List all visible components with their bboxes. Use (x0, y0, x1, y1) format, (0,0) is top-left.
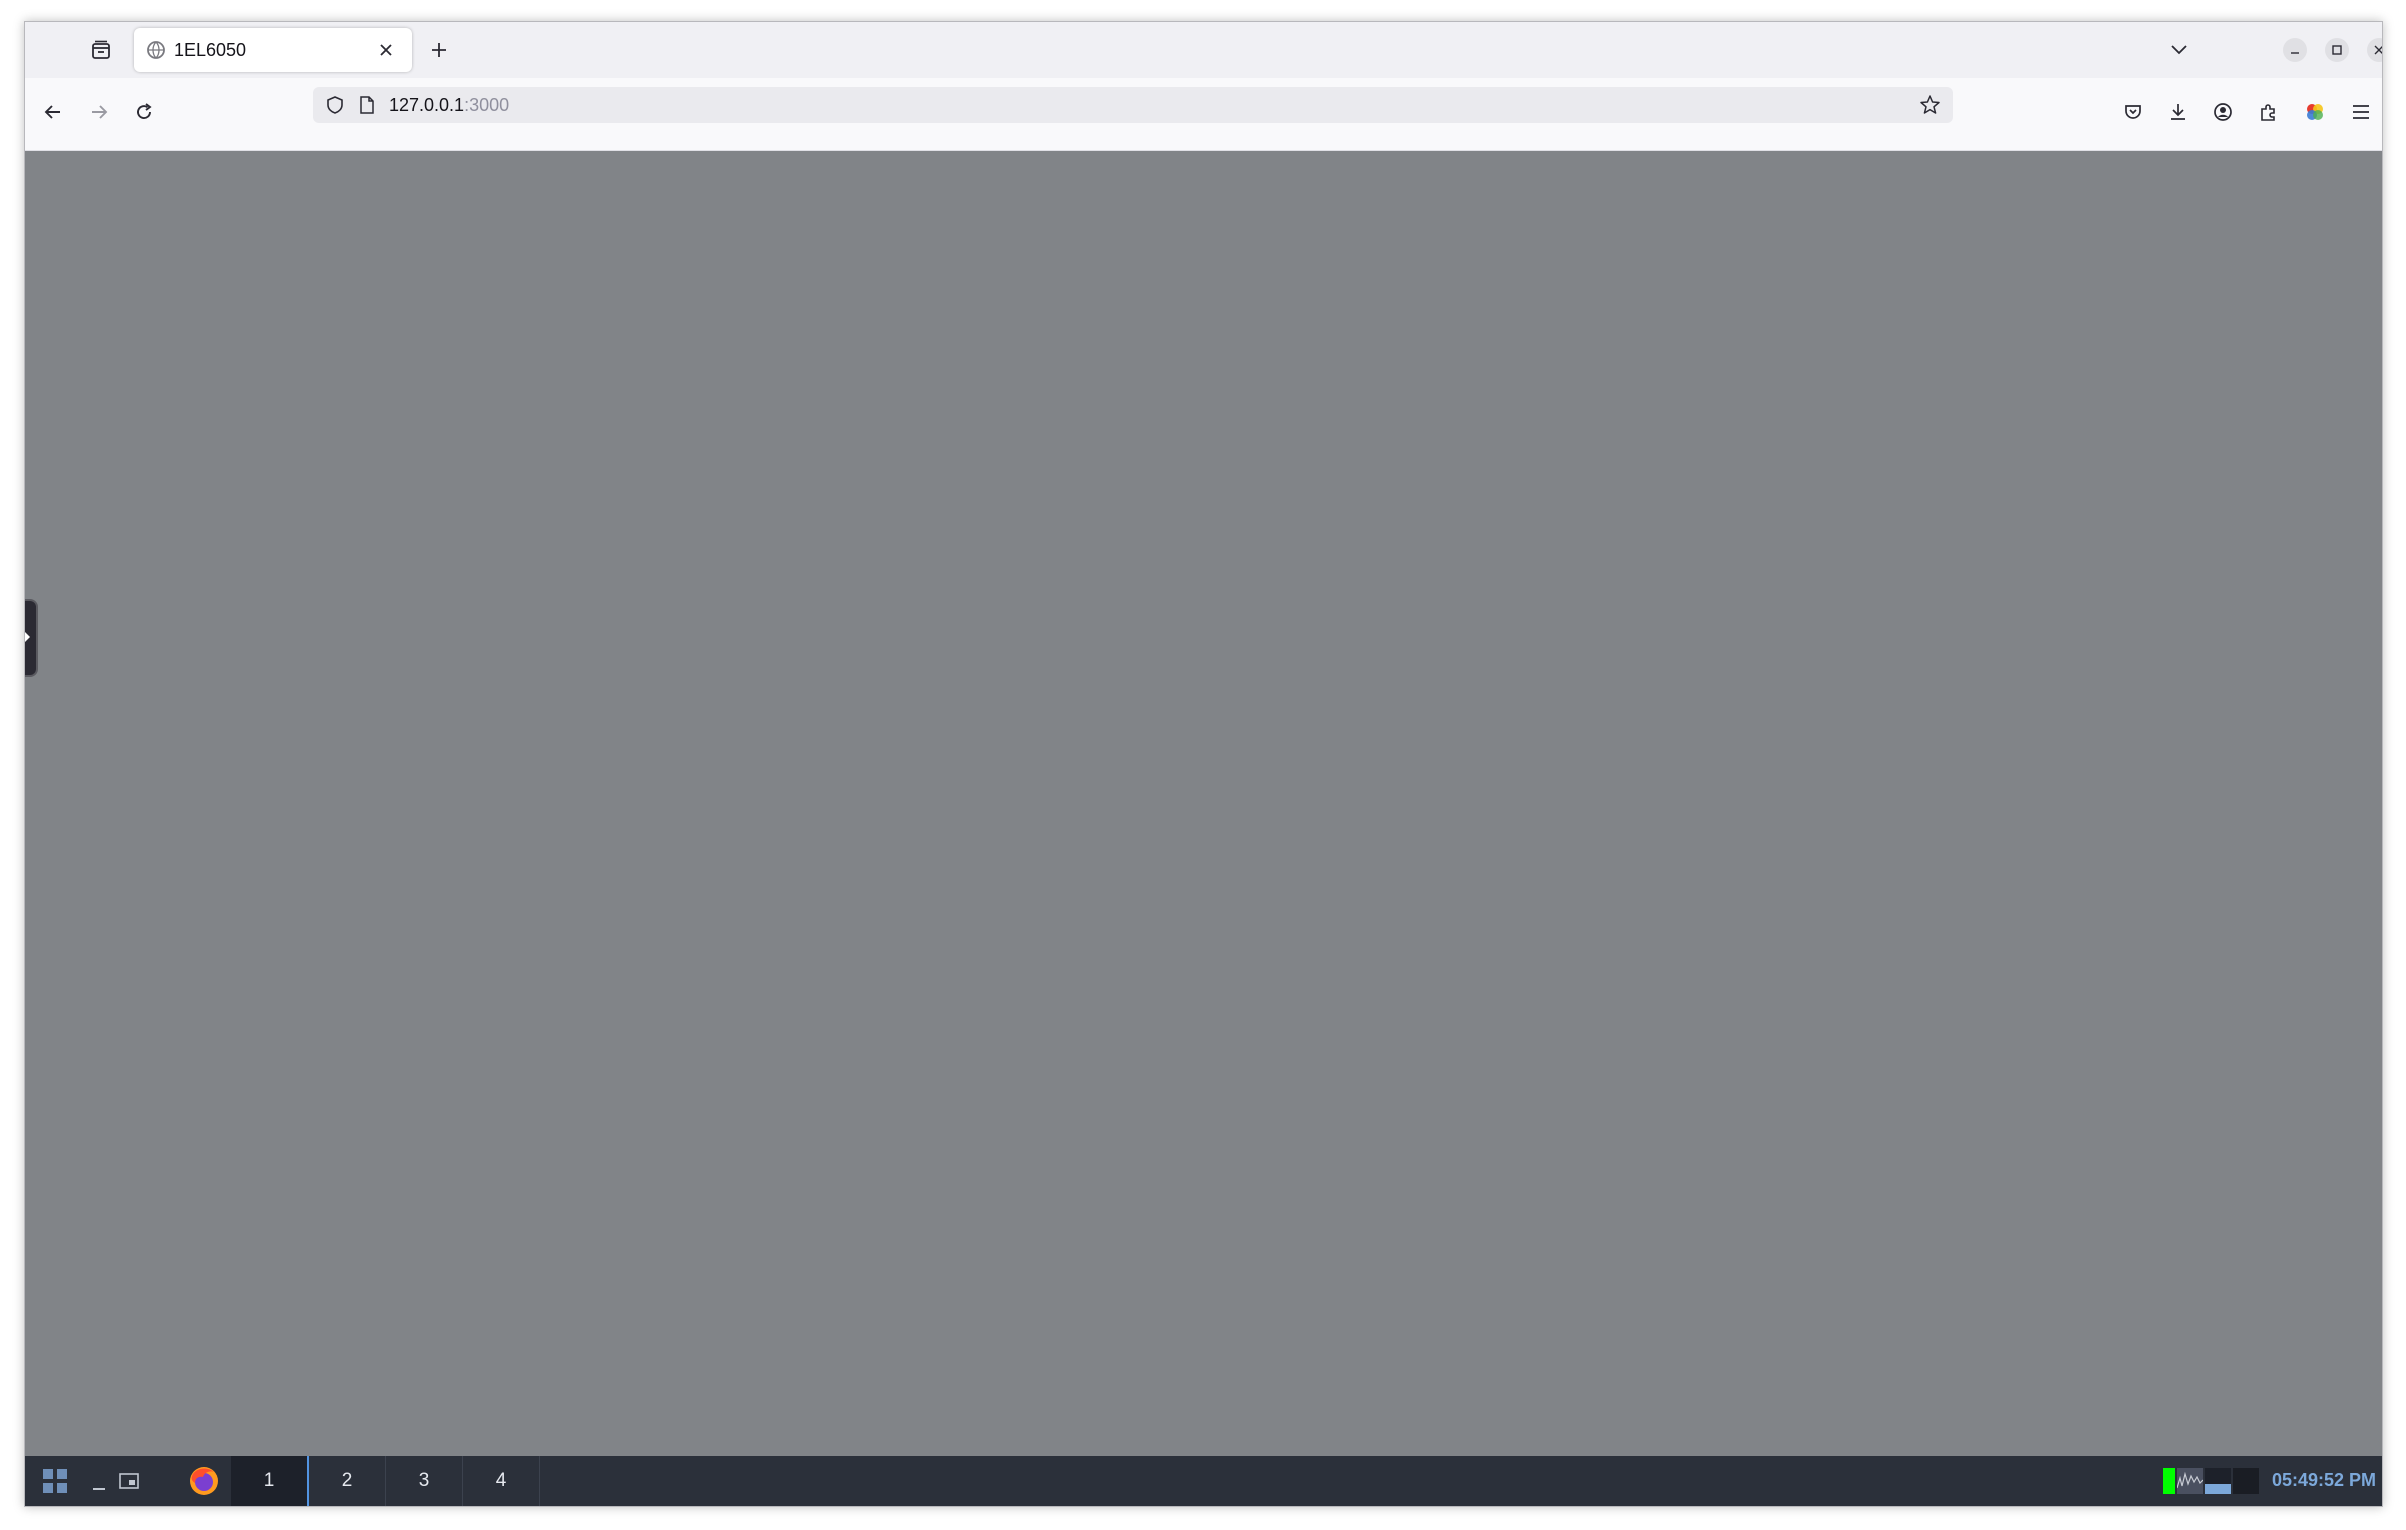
workspace-3[interactable]: 3 (386, 1456, 463, 1506)
url-bar[interactable]: 127.0.0.1:3000 (313, 87, 1953, 123)
navigation-toolbar: 127.0.0.1:3000 (25, 78, 2382, 151)
window-close-icon[interactable] (2367, 38, 2382, 62)
minimize-icon[interactable] (2283, 38, 2307, 62)
workspace-label: 3 (418, 1470, 430, 1491)
tab-strip: 1EL6050 (25, 22, 2382, 78)
extensions-icon[interactable] (2254, 98, 2282, 126)
color-extension-icon[interactable] (2301, 98, 2329, 126)
show-desktop-icon[interactable] (117, 1469, 141, 1493)
disk-graph (2233, 1468, 2259, 1494)
workspace-label: 2 (341, 1470, 353, 1491)
forward-icon[interactable] (85, 98, 113, 126)
workspace-2[interactable]: 2 (309, 1456, 386, 1506)
browser-window: 1EL6050 127.0.0.1:3000 1 2 3 4 05:49:52 … (24, 21, 2383, 1507)
sidebar-toggle-handle[interactable] (25, 599, 38, 677)
pocket-icon[interactable] (2119, 98, 2147, 126)
workspace-4[interactable]: 4 (463, 1456, 540, 1506)
back-icon[interactable] (39, 98, 67, 126)
workspace-1[interactable]: 1 (231, 1456, 309, 1506)
url-text[interactable]: 127.0.0.1:3000 (389, 95, 509, 116)
maximize-icon[interactable] (2325, 38, 2349, 62)
minimize-all-icon[interactable] (89, 1470, 109, 1494)
workspace-label: 1 (263, 1470, 275, 1491)
url-port: :3000 (464, 95, 510, 115)
close-tab-icon[interactable] (374, 38, 398, 62)
app-grid-icon[interactable] (41, 1467, 69, 1495)
menu-icon[interactable] (2347, 98, 2375, 126)
url-host: 127.0.0.1 (389, 95, 465, 115)
list-all-tabs-icon[interactable] (2165, 36, 2193, 64)
page-icon[interactable] (357, 95, 377, 115)
star-icon[interactable] (1919, 94, 1941, 116)
memory-graph (2205, 1468, 2231, 1494)
shield-icon[interactable] (325, 95, 345, 115)
account-icon[interactable] (2209, 98, 2237, 126)
page-content (25, 151, 2382, 1476)
tab-title: 1EL6050 (174, 40, 247, 60)
new-tab-icon[interactable] (425, 36, 453, 64)
tab-overview-icon[interactable] (87, 36, 115, 64)
clock: 05:49:52 PM (2271, 1470, 2376, 1490)
network-graph (2176, 1468, 2204, 1494)
reload-icon[interactable] (130, 98, 158, 126)
workspace-label: 4 (495, 1470, 507, 1491)
active-tab[interactable]: 1EL6050 (134, 28, 412, 72)
firefox-icon[interactable] (186, 1463, 222, 1499)
taskbar: 1 2 3 4 05:49:52 PM (25, 1456, 2382, 1506)
cpu-meter (2163, 1468, 2175, 1494)
download-icon[interactable] (2164, 98, 2192, 126)
site-favicon (146, 40, 166, 60)
